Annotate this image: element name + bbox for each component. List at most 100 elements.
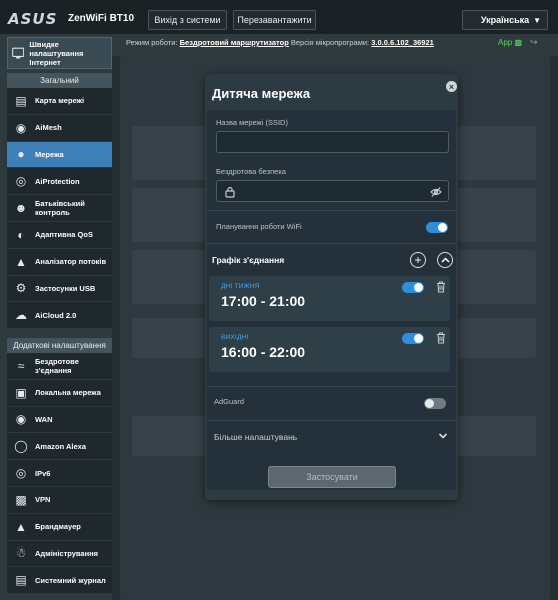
sidebar-item[interactable]: ▲ Брандмауер [7,514,112,541]
divider [207,210,456,211]
sidebar-item-label: Системний журнал [35,575,106,585]
aiprotection-icon: ◎ [15,174,27,189]
quick-internet-setup[interactable]: Швидке налаштування Інтернет [7,37,112,69]
sidebar-item-label: Бездротове з'єднання [35,356,79,375]
lock-icon [225,186,235,198]
sidebar-item[interactable]: ▣ Локальна мережа [7,380,112,407]
sidebar-item-label: Брандмауер [35,522,81,532]
sidebar-item[interactable]: ◉ WAN [7,407,112,434]
collapse-schedule-button[interactable] [437,252,453,268]
sidebar-item[interactable]: ≈ Бездротове з'єднання [7,353,112,380]
sidebar-item[interactable]: ☃ Адміністрування [7,541,112,568]
phone-icon: ▩ [514,38,523,47]
top-header: ASUS ZenWiFi BT10 Вихід з системи Переза… [0,0,558,34]
schedule-title: Графік з'єднання [212,255,285,265]
schedule-toggle[interactable] [402,333,424,344]
vpn-icon: ▩ [15,492,27,507]
alexa-icon: ◯ [14,439,28,454]
schedule-days: ВИХІДНІ [221,334,249,341]
status-line: Режим роботи: Бездротовий маршрутизатор … [126,38,434,47]
sidebar-item-label: Застосунки USB [35,283,96,293]
close-icon[interactable]: × [446,81,457,92]
parental-control-icon: ☻ [14,201,28,216]
sidebar-item[interactable]: ☻ Батьківський контроль [7,195,112,222]
security-input[interactable] [216,180,449,202]
language-select[interactable]: Українська ▼ [462,10,548,30]
security-label: Бездротова безпека [216,167,286,176]
eye-off-icon[interactable] [430,186,442,198]
wifi-schedule-label: Планування роботи WiFi [216,222,302,231]
sidebar-item-label: Локальна мережа [35,388,101,398]
sidebar-item[interactable]: ◉ AiMesh [7,115,112,142]
general-section-header: Загальний [7,73,112,88]
logout-button[interactable]: Вихід з системи [148,10,227,30]
modal-title: Дитяча мережа [212,86,311,101]
sidebar-item-label: Адміністрування [35,548,99,558]
sidebar-item-label: Адаптивна QoS [35,230,93,240]
wifi-schedule-toggle[interactable] [426,222,448,233]
aicloud-icon: ☁ [15,308,27,323]
sidebar-item-label: Карта мережі [35,96,85,106]
plus-icon: + [414,253,422,267]
sidebar-item[interactable]: ▤ Системний журнал [7,567,112,595]
sidebar-item[interactable]: ◎ IPv6 [7,460,112,487]
sidebar-item-label: WAN [35,414,53,424]
system-log-icon: ▤ [15,573,27,588]
adguard-toggle[interactable] [424,398,446,409]
sidebar-item[interactable]: ● Мережа [7,141,112,169]
divider [207,420,456,421]
advanced-section-header: Додаткові налаштування [7,338,112,353]
trash-icon[interactable] [436,281,446,293]
usb-icon[interactable]: ↪ [530,37,538,48]
sidebar-item[interactable]: ▩ VPN [7,487,112,514]
sidebar-item[interactable]: ◐ Адаптивна QoS [7,222,112,249]
divider [207,386,456,387]
asus-logo: ASUS [8,10,58,28]
network-icon: ● [17,147,25,162]
sidebar-item[interactable]: ◎ AiProtection [7,168,112,196]
wan-icon: ◉ [15,412,27,427]
usb-apps-icon: ⚙ [15,281,27,296]
ipv6-icon: ◎ [15,466,27,481]
network-map-icon: ▤ [15,93,27,108]
sidebar-item[interactable]: ▤ Карта мережі [7,88,112,115]
sidebar-item-label: Amazon Alexa [35,441,86,451]
more-settings-toggle[interactable]: Більше налаштувань [214,432,297,442]
sidebar-item[interactable]: ⚙ Застосунки USB [7,276,112,303]
sidebar-item-label: AiMesh [35,123,62,133]
quick-setup-label: Швидке налаштування Інтернет [29,39,84,67]
wireless-icon: ≈ [17,358,25,373]
sidebar-item[interactable]: ☁ AiCloud 2.0 [7,302,112,330]
administration-icon: ☃ [15,546,27,561]
adguard-label: AdGuard [214,397,245,406]
schedule-time: 17:00 - 21:00 [221,293,306,309]
ssid-label: Назва мережі (SSID) [216,118,288,127]
apply-button[interactable]: Застосувати [268,466,396,488]
divider [207,243,456,244]
schedule-toggle[interactable] [402,282,424,293]
sidebar-item-label: VPN [35,495,51,505]
firmware-value-link[interactable]: 3.0.0.6.102_36921 [371,38,434,47]
sidebar-item[interactable]: ▲ Аналізатор потоків [7,249,112,276]
sidebar-item-label: Батьківський контроль [35,199,85,218]
model-name: ZenWiFi BT10 [68,13,135,24]
schedule-card-weekdays[interactable]: ДНІ ТИЖНЯ 17:00 - 21:00 [209,276,450,321]
app-indicator[interactable]: App ▩ [498,38,522,47]
lan-icon: ▣ [15,385,27,400]
sidebar-item-label: Мережа [35,149,64,159]
mode-value-link[interactable]: Бездротовий маршрутизатор [180,38,289,47]
add-schedule-button[interactable]: + [410,252,426,268]
schedule-time: 16:00 - 22:00 [221,344,306,360]
sidebar-item[interactable]: ◯ Amazon Alexa [7,433,112,461]
chevron-down-icon[interactable] [438,432,448,440]
aimesh-icon: ◉ [15,120,27,135]
sidebar-item-label: AiCloud 2.0 [35,310,77,320]
reboot-button[interactable]: Перезавантажити [233,10,316,30]
kids-network-modal: Дитяча мережа × Назва мережі (SSID) Безд… [205,74,458,500]
ssid-input[interactable] [216,131,449,153]
schedule-card-weekend[interactable]: ВИХІДНІ 16:00 - 22:00 [209,327,450,372]
firmware-label: Версія мікропрограми: [290,38,370,47]
language-value: Українська [480,15,530,25]
trash-icon[interactable] [436,332,446,344]
sidebar-item-label: IPv6 [35,468,51,478]
